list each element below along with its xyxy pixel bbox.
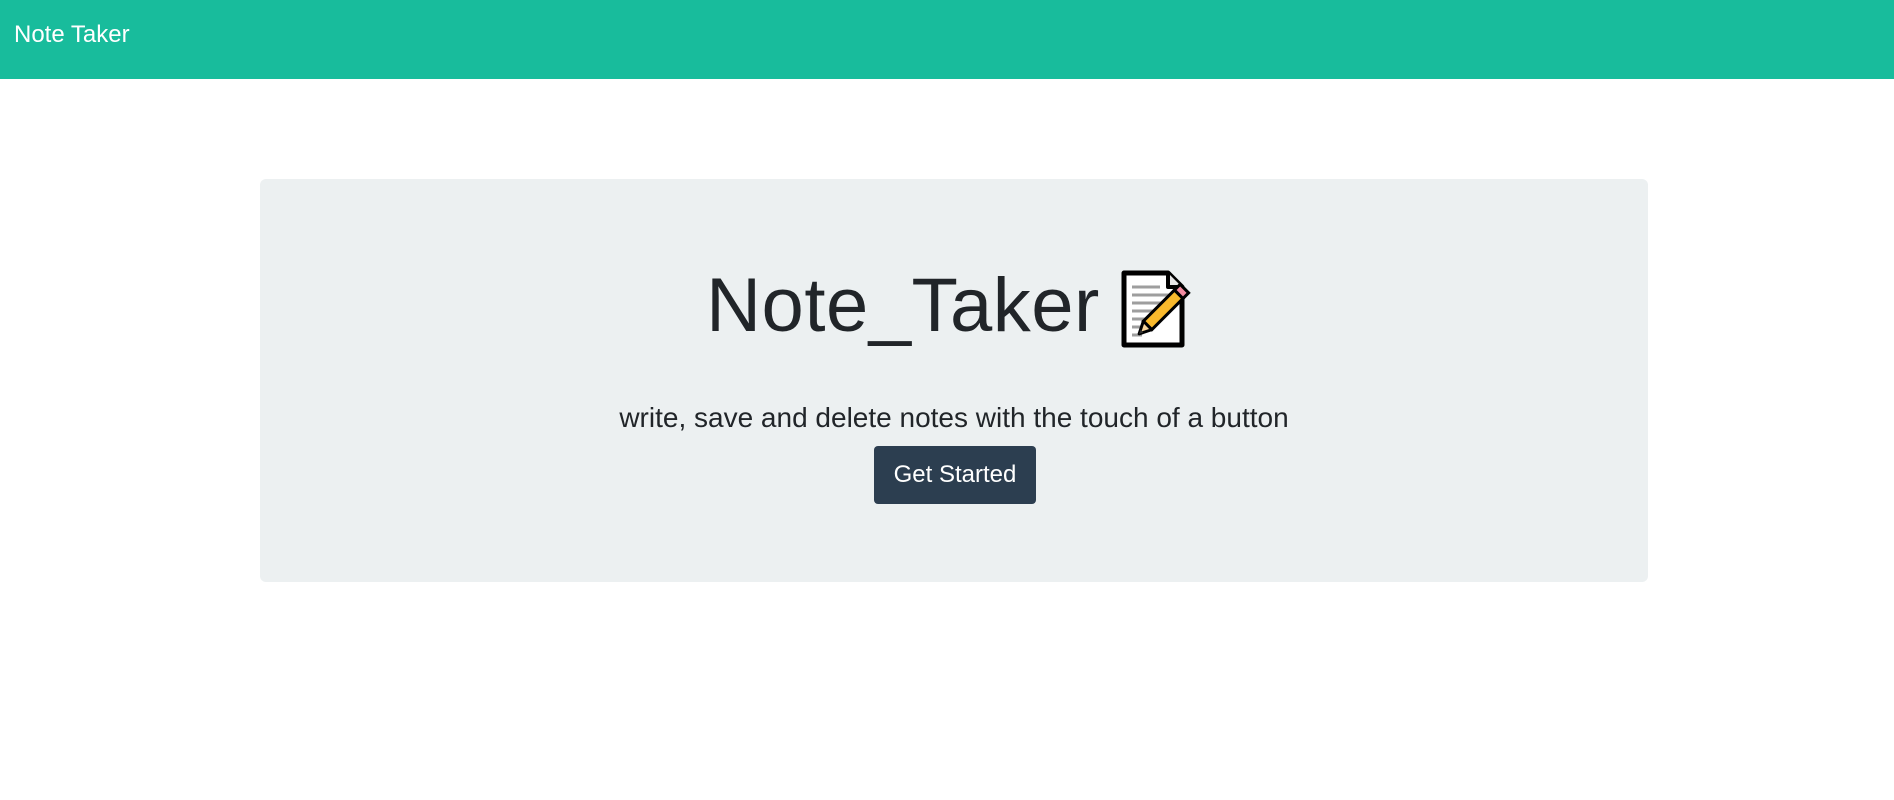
hero-title-row: Note_Taker bbox=[260, 261, 1648, 351]
hero-jumbotron: Note_Taker write, save and delete notes … bbox=[260, 179, 1648, 582]
navbar-brand-link[interactable]: Note Taker bbox=[14, 20, 130, 50]
hero-lead-text: write, save and delete notes with the to… bbox=[619, 402, 1289, 433]
page-title: Note_Taker bbox=[706, 263, 1100, 348]
top-navbar: Note Taker bbox=[0, 0, 1894, 79]
memo-icon bbox=[1120, 267, 1202, 349]
get-started-button[interactable]: Get Started bbox=[874, 446, 1036, 504]
